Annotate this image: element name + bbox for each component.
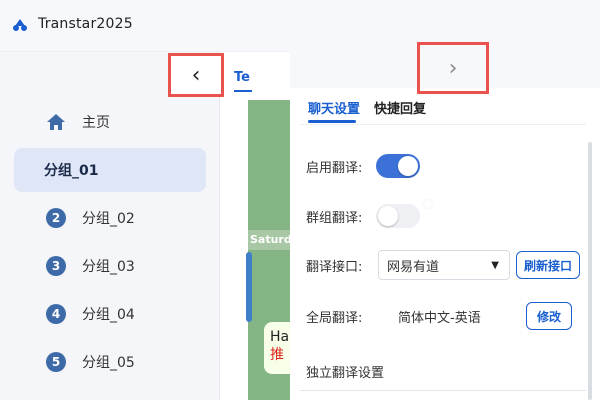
message-text-red: 推 [270, 347, 284, 363]
sidebar: 主页 分组_01 2 分组_02 3 分组_03 4 分组_04 5 分组_05 [0, 52, 220, 400]
sidebar-item-label: 分组_02 [82, 211, 135, 227]
home-icon [47, 114, 65, 130]
enable-translate-row: 启用翻译: [306, 154, 420, 178]
number-3-icon: 3 [46, 256, 66, 276]
app-logo-icon [13, 19, 27, 31]
group-translate-toggle[interactable] [376, 204, 420, 228]
translate-api-row: 翻译接口: 网易有道 ▼ 刷新接口 [306, 250, 580, 280]
sidebar-item-group-03[interactable]: 3 分组_03 [14, 244, 206, 288]
app-title: Transtar2025 [38, 16, 133, 32]
translate-api-select[interactable]: 网易有道 ▼ [378, 250, 510, 280]
settings-tabs: 聊天设置 快捷回复 [308, 98, 426, 123]
chat-tab-underline [234, 90, 252, 92]
sidebar-item-label: 分组_03 [82, 259, 135, 275]
sidebar-item-label: 分组_04 [82, 307, 135, 323]
sidebar-item-group-01[interactable]: 分组_01 [14, 148, 206, 192]
global-translate-row: 全局翻译: 简体中文-英语 修改 [306, 302, 572, 330]
independent-translate-heading: 独立翻译设置 [306, 366, 385, 381]
number-2-icon: 2 [46, 208, 66, 228]
sidebar-item-group-02[interactable]: 2 分组_02 [14, 196, 206, 240]
settings-panel: › 聊天设置 快捷回复 启用翻译: 群组翻译: 翻译接口: 网易有道 ▼ 刷新接… [290, 42, 600, 400]
toggle-knob [378, 206, 398, 226]
date-divider: Saturd [248, 230, 290, 250]
refresh-api-button[interactable]: 刷新接口 [516, 251, 580, 279]
sidebar-item-label: 分组_05 [82, 355, 135, 371]
sidebar-item-label: 分组_01 [44, 163, 99, 179]
sidebar-nav: 主页 分组_01 2 分组_02 3 分组_03 4 分组_04 5 分组_05 [14, 100, 206, 388]
sidebar-item-home[interactable]: 主页 [14, 100, 206, 144]
expand-panel-button[interactable]: › [417, 42, 489, 94]
tabs-divider [300, 124, 586, 125]
message-bubble-edge [246, 252, 252, 322]
translate-api-label: 翻译接口: [306, 259, 363, 275]
sidebar-item-group-04[interactable]: 4 分组_04 [14, 292, 206, 336]
sidebar-item-label: 主页 [82, 115, 110, 131]
collapse-sidebar-button[interactable]: ‹ [168, 53, 224, 97]
tab-quick-reply[interactable]: 快捷回复 [374, 98, 426, 123]
number-5-icon: 5 [46, 352, 66, 372]
chat-area: Te Saturd Ha 推 [220, 52, 290, 400]
chevron-right-icon: › [448, 55, 458, 81]
message-text: Ha [270, 329, 290, 345]
chevron-left-icon: ‹ [191, 62, 201, 88]
group-translate-row: 群组翻译: [306, 204, 420, 228]
section-divider [300, 390, 586, 391]
panel-scrollbar[interactable] [588, 142, 592, 400]
edit-global-translate-button[interactable]: 修改 [526, 302, 572, 330]
translate-api-value: 网易有道 [387, 259, 440, 275]
tab-chat-settings[interactable]: 聊天设置 [308, 98, 360, 123]
global-translate-label: 全局翻译: [306, 310, 363, 326]
toggle-knob [398, 156, 418, 176]
sidebar-item-group-05[interactable]: 5 分组_05 [14, 340, 206, 384]
global-translate-value: 简体中文-英语 [398, 310, 481, 326]
chat-tab[interactable]: Te [234, 70, 250, 85]
message-bubble: Ha 推 [264, 322, 290, 374]
status-dot [424, 200, 432, 208]
enable-translate-toggle[interactable] [376, 154, 420, 178]
enable-translate-label: 启用翻译: [306, 160, 363, 176]
number-4-icon: 4 [46, 304, 66, 324]
group-translate-label: 群组翻译: [306, 210, 363, 226]
caret-down-icon: ▼ [491, 259, 499, 271]
